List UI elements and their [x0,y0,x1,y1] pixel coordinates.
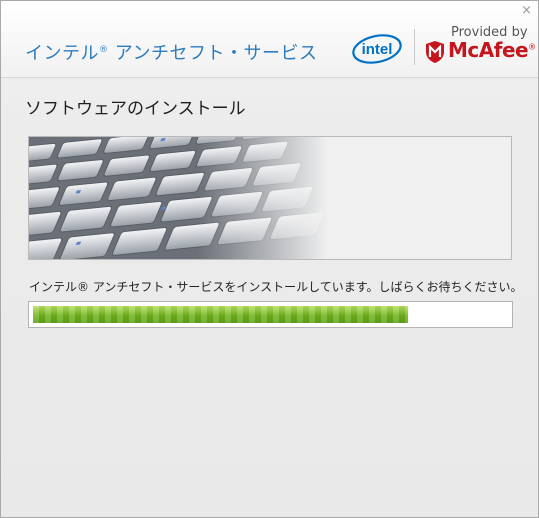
product-title-name: アンチセフト・サービス [108,43,318,64]
mcafee-logo: McAfee® [448,38,536,62]
intel-logo: intel [352,34,402,64]
installer-window: × インテル® アンチセフト・サービス intel Provided by Mc… [0,0,539,518]
registered-mark: ® [99,45,109,55]
close-icon[interactable]: × [521,3,532,19]
intel-logo-text: intel [362,41,393,58]
progress-fill [33,306,408,323]
mcafee-shield-icon [426,41,444,63]
page-title: ソフトウェアのインストール [25,99,246,119]
mcafee-registered-mark: ® [528,42,536,52]
product-title: インテル® アンチセフト・サービス [25,39,318,65]
mcafee-logo-text: McAfee [448,38,529,62]
install-progress-bar [28,301,513,328]
logo-separator [414,29,415,65]
keyboard-keys-image [28,136,512,260]
product-title-brand: インテル [25,43,99,64]
window-header: × インテル® アンチセフト・サービス intel Provided by Mc… [1,1,538,78]
status-message: インテル® アンチセフト・サービスをインストールしています。しばらくお待ちくださ… [29,280,523,294]
